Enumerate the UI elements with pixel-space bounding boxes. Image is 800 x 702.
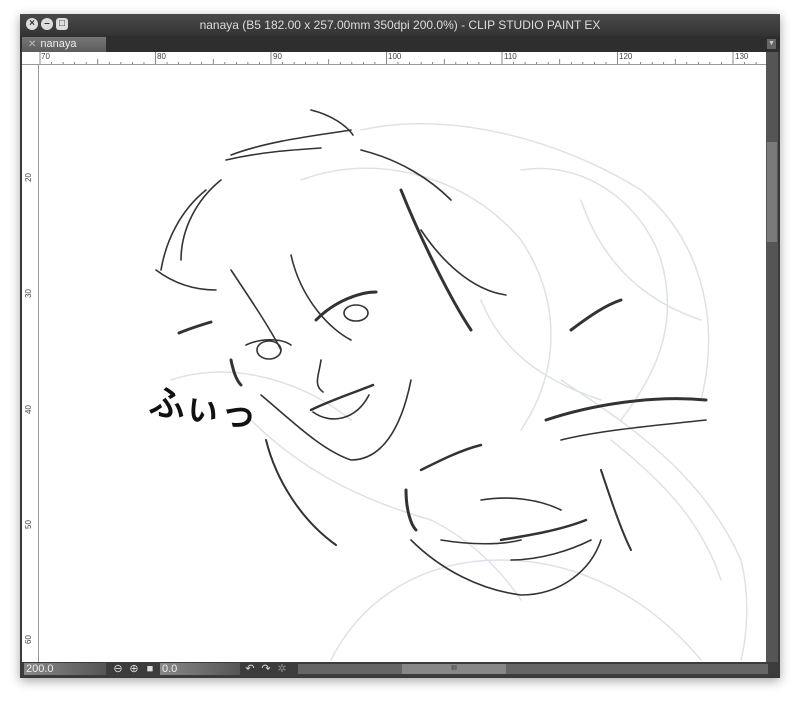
ruler-label: 50: [23, 520, 33, 529]
ruler-label: 20: [23, 173, 33, 182]
ruler-label: 60: [23, 635, 33, 644]
fit-icon[interactable]: ■: [144, 663, 156, 675]
tab-label: nanaya: [40, 38, 77, 50]
ruler-label: 90: [273, 52, 282, 61]
tab-menu-button[interactable]: ▼: [767, 39, 776, 49]
rotate-left-icon[interactable]: ↶: [244, 663, 256, 675]
tab-nanaya[interactable]: ✕ nanaya: [22, 37, 106, 52]
title-bar: × – □ nanaya (B5 182.00 x 257.00mm 350dp…: [20, 14, 780, 36]
drawing-canvas[interactable]: ふぃっ: [39, 65, 766, 662]
ruler-label: 130: [735, 52, 749, 61]
horizontal-ruler: 70 80 90 100 110 120 130: [22, 52, 766, 65]
vertical-ruler: 20 30 40 50 60: [22, 65, 39, 662]
tab-bar: ✕ nanaya ▼: [20, 36, 780, 52]
zoom-level-field[interactable]: 200.0: [24, 663, 106, 675]
vertical-scrollbar[interactable]: [766, 52, 778, 662]
horizontal-scroll-thumb[interactable]: III: [402, 664, 506, 674]
status-bar: 200.0 ⊖ ⊕ ■ 0.0 ↶ ↷ ✲ III: [22, 662, 778, 676]
reset-rotation-icon[interactable]: ✲: [276, 663, 288, 675]
window-title: nanaya (B5 182.00 x 257.00mm 350dpi 200.…: [199, 18, 601, 32]
ruler-label: 110: [504, 52, 517, 61]
ruler-label: 30: [23, 289, 33, 298]
rotate-right-icon[interactable]: ↷: [260, 663, 272, 675]
ruler-label: 70: [41, 52, 50, 61]
horizontal-scrollbar[interactable]: III: [298, 664, 768, 674]
rotation-field[interactable]: 0.0: [160, 663, 240, 675]
ruler-label: 80: [157, 52, 166, 61]
ruler-label: 120: [619, 52, 633, 61]
zoom-in-icon[interactable]: ⊕: [128, 663, 140, 675]
ruler-label: 40: [23, 405, 33, 414]
sketch-artwork: [155, 109, 748, 661]
close-icon[interactable]: ✕: [28, 39, 36, 50]
ruler-label: 100: [388, 52, 402, 61]
zoom-out-icon[interactable]: ⊖: [112, 663, 124, 675]
vertical-scroll-thumb[interactable]: [767, 142, 777, 242]
app-window: × – □ nanaya (B5 182.00 x 257.00mm 350dp…: [20, 14, 780, 678]
